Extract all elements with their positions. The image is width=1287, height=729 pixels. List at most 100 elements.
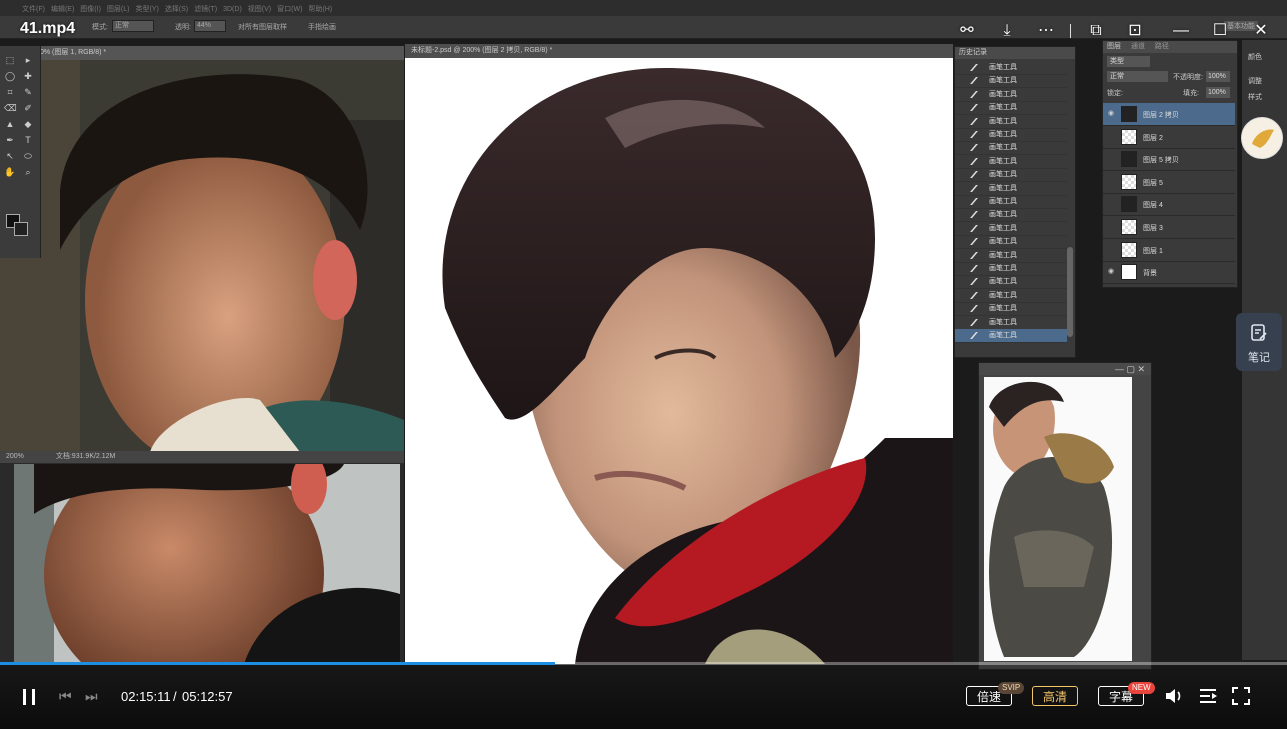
next-icon[interactable]: ⏭ [85, 688, 98, 705]
marquee-tool-icon[interactable]: ⬚ [4, 54, 16, 66]
visibility-eye-icon[interactable]: ◉ [1108, 268, 1116, 276]
pen-tool-icon[interactable]: ✒ [4, 134, 16, 146]
blend-mode-select[interactable]: 正常 [1107, 71, 1168, 82]
history-item[interactable]: 画笔工具 [955, 222, 1067, 236]
opacity-field[interactable]: 44% [194, 20, 226, 32]
history-scrollbar[interactable] [1067, 247, 1073, 337]
history-item[interactable]: 画笔工具 [955, 316, 1067, 330]
assistant-avatar-button[interactable] [1241, 117, 1283, 159]
minimize-icon[interactable]: — [1170, 20, 1192, 42]
layer-filter-kind[interactable]: 类型 [1107, 56, 1150, 67]
tab-paths[interactable]: 路径 [1155, 43, 1169, 50]
history-item[interactable]: 画笔工具 [955, 249, 1067, 263]
history-item[interactable]: 画笔工具 [955, 101, 1067, 116]
visibility-eye-icon[interactable]: ◉ [1108, 110, 1116, 118]
layer-row[interactable]: 图层 5 [1103, 171, 1235, 194]
menu-item[interactable]: 滤镜(T) [194, 4, 217, 14]
sample-all-checkbox[interactable]: 对所有图层取样 [238, 22, 287, 32]
stamp-tool-icon[interactable]: ▲ [4, 118, 16, 130]
layer-row[interactable]: 图层 5 拷贝 [1103, 148, 1235, 172]
notes-button[interactable]: 笔记 [1236, 313, 1282, 371]
finger-paint-checkbox[interactable]: 手指绘画 [308, 22, 336, 32]
menu-item[interactable]: 视图(V) [248, 4, 271, 14]
layer-row[interactable]: ◉ 背景 [1103, 261, 1235, 285]
volume-icon[interactable] [1164, 686, 1186, 706]
menu-item[interactable]: 类型(Y) [135, 4, 158, 14]
menu-item[interactable]: 编辑(E) [51, 4, 74, 14]
menu-item[interactable]: 窗口(W) [277, 4, 302, 14]
layer-fill-field[interactable]: 100% [1206, 87, 1230, 98]
reference-window-controls[interactable]: — ▢ ✕ [979, 363, 1151, 375]
doc2-tab[interactable]: 未标题-2.psd @ 200% (图层 2 拷贝, RGB/8) * [405, 44, 953, 58]
history-item[interactable]: 画笔工具 [955, 141, 1067, 156]
history-item[interactable]: 画笔工具 [955, 208, 1067, 223]
fullscreen-icon[interactable] [1231, 686, 1251, 706]
visibility-eye-icon[interactable] [1108, 133, 1116, 141]
doc1-tab[interactable]: 1.jpg @ 200% (图层 1, RGB/8) * [0, 46, 404, 60]
history-item[interactable]: 画笔工具 [955, 289, 1067, 303]
shape-tool-icon[interactable]: ⬭ [22, 150, 34, 162]
move-tool-icon[interactable]: ▸ [22, 54, 34, 66]
menu-item[interactable]: 帮助(H) [308, 4, 332, 14]
eyedropper-icon[interactable]: ✎ [22, 86, 34, 98]
eraser-icon[interactable]: ⌫ [4, 102, 17, 114]
history-item[interactable]: 画笔工具 [955, 115, 1067, 129]
history-item[interactable]: 画笔工具 [955, 195, 1067, 209]
menu-item[interactable]: 图像(I) [80, 4, 101, 14]
crop-tool-icon[interactable]: ⌗ [4, 86, 16, 98]
history-item[interactable]: 画笔工具 [955, 235, 1067, 250]
history-item[interactable]: 画笔工具 [955, 155, 1067, 169]
zoom-tool-icon[interactable]: ⌕ [22, 166, 34, 178]
history-item[interactable]: 画笔工具 [955, 302, 1067, 317]
previous-icon[interactable]: ⏮ [59, 688, 72, 705]
more-icon[interactable]: ⋯ [1035, 20, 1057, 42]
history-item[interactable]: 画笔工具 [955, 182, 1067, 196]
history-item[interactable]: 画笔工具 [955, 88, 1067, 102]
share-icon[interactable]: ⚯ [956, 20, 978, 42]
history-item[interactable]: 画笔工具 [955, 128, 1067, 142]
layer-row[interactable]: 图层 1 [1103, 239, 1235, 262]
menu-item[interactable]: 3D(D) [223, 6, 242, 13]
painting-canvas[interactable] [405, 58, 953, 664]
history-item[interactable]: 画笔工具 [955, 262, 1067, 276]
visibility-eye-icon[interactable] [1108, 246, 1116, 254]
layer-row[interactable]: 图层 4 [1103, 193, 1235, 217]
dock-color[interactable]: 颜色 [1248, 52, 1262, 62]
download-icon[interactable]: ⤓ [996, 20, 1018, 42]
progress-bar[interactable] [0, 662, 1287, 665]
layer-opacity-field[interactable]: 100% [1206, 71, 1230, 82]
dock-adjustments[interactable]: 调整 [1248, 76, 1262, 86]
path-select-icon[interactable]: ↖ [4, 150, 16, 162]
lasso-tool-icon[interactable]: ◯ [4, 70, 16, 82]
quality-button[interactable]: 高清 [1032, 686, 1078, 706]
brush-tool-icon[interactable]: ✐ [22, 102, 34, 114]
tab-channels[interactable]: 通道 [1131, 43, 1145, 50]
visibility-eye-icon[interactable] [1108, 200, 1116, 208]
tab-layers[interactable]: 图层 [1107, 43, 1121, 50]
menu-item[interactable]: 图层(L) [107, 4, 130, 14]
menu-item[interactable]: 文件(F) [22, 4, 45, 14]
history-item[interactable]: 画笔工具 [955, 61, 1067, 75]
pip-icon[interactable]: ⧉ [1085, 20, 1107, 42]
playlist-icon[interactable] [1198, 686, 1220, 706]
history-item[interactable]: 画笔工具 [955, 168, 1067, 183]
dock-styles[interactable]: 样式 [1248, 92, 1262, 102]
history-item[interactable]: 画笔工具 [955, 74, 1067, 89]
layer-row[interactable]: 图层 2 [1103, 126, 1235, 149]
layer-row[interactable]: ◉ 图层 2 拷贝 [1103, 103, 1235, 126]
history-item[interactable]: 画笔工具 [955, 275, 1067, 290]
pause-icon[interactable] [22, 688, 36, 706]
doc1-zoom[interactable]: 200% [6, 453, 24, 460]
bucket-tool-icon[interactable]: ◆ [22, 118, 34, 130]
layer-row[interactable]: 图层 3 [1103, 216, 1235, 239]
magic-wand-icon[interactable]: ✚ [22, 70, 34, 82]
close-icon[interactable]: ✕ [1250, 20, 1272, 42]
visibility-eye-icon[interactable] [1108, 178, 1116, 186]
pin-window-icon[interactable]: ⊡ [1124, 20, 1146, 42]
type-tool-icon[interactable]: T [22, 134, 34, 146]
visibility-eye-icon[interactable] [1108, 155, 1116, 163]
history-item[interactable]: 画笔工具 [955, 329, 1067, 343]
hand-tool-icon[interactable]: ✋ [4, 166, 16, 178]
visibility-eye-icon[interactable] [1108, 223, 1116, 231]
background-color-swatch[interactable] [14, 222, 28, 236]
